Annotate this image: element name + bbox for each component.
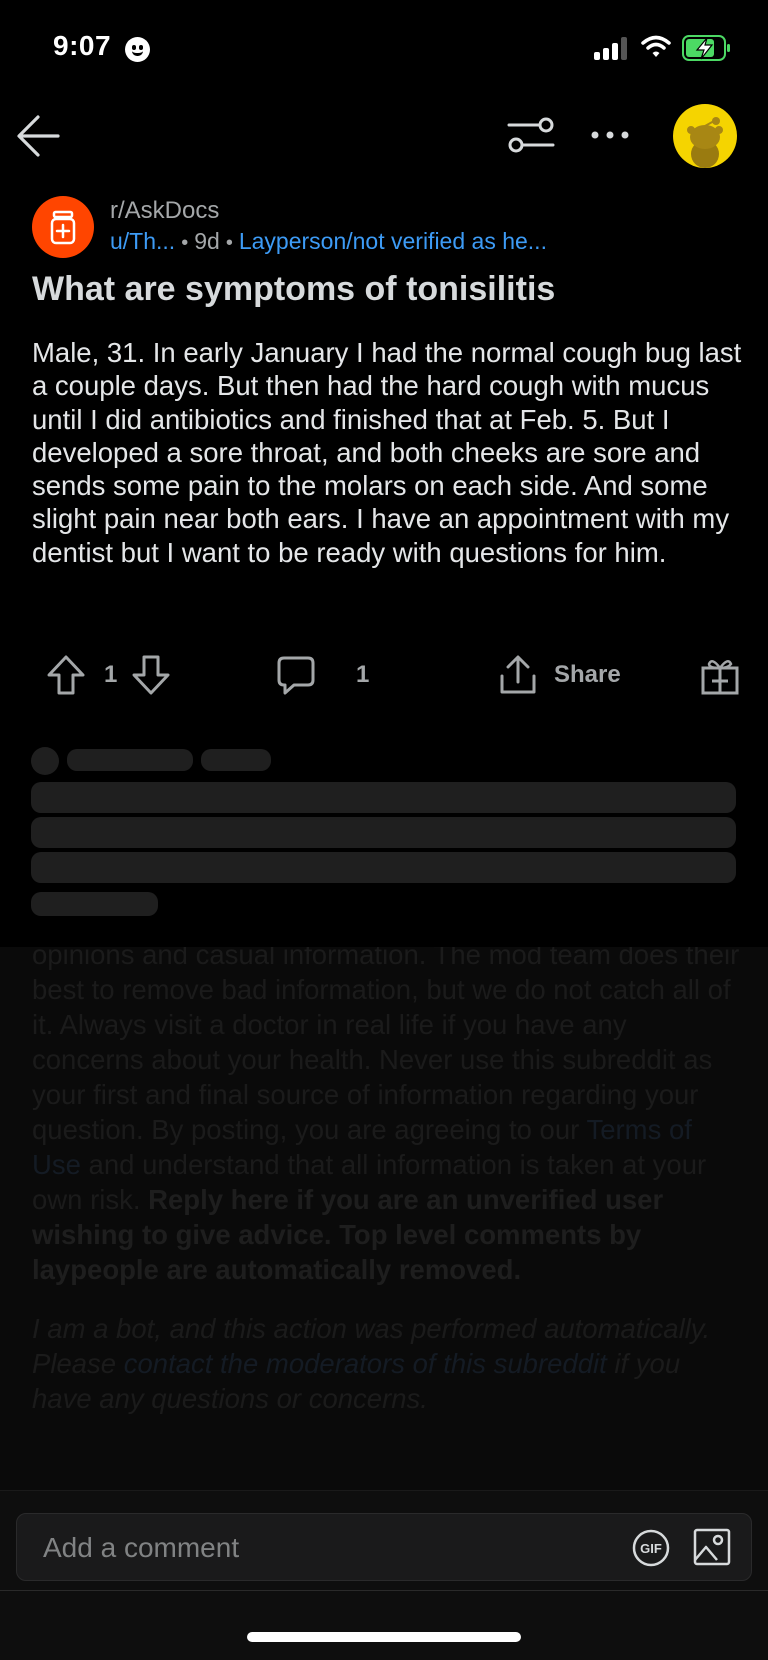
skeleton-line bbox=[31, 852, 736, 883]
share-button[interactable]: Share bbox=[498, 650, 621, 700]
skeleton-line bbox=[201, 749, 271, 771]
contact-moderators-link[interactable]: contact the moderators of this subreddit bbox=[124, 1348, 607, 1379]
top-nav-bar bbox=[0, 100, 768, 180]
bot-comment-text: opinions and casual information. The mod… bbox=[32, 947, 744, 1416]
add-comment-input[interactable]: Add a comment GIF bbox=[16, 1513, 752, 1581]
battery-charging-icon bbox=[682, 35, 730, 61]
post-body: Male, 31. In early January I had the nor… bbox=[32, 337, 742, 568]
comments-button[interactable]: 1 bbox=[276, 650, 369, 700]
status-time: 9:07 bbox=[53, 30, 112, 61]
cellular-signal-icon bbox=[594, 36, 628, 60]
back-arrow-icon[interactable] bbox=[14, 111, 64, 161]
post-action-bar: 1 1 Share bbox=[0, 650, 768, 702]
comment-placeholder: Add a comment bbox=[43, 1532, 240, 1563]
focus-smiley-icon bbox=[125, 37, 150, 62]
vote-count: 1 bbox=[104, 661, 118, 688]
post-age: 9d bbox=[194, 228, 220, 254]
gift-award-icon bbox=[701, 660, 739, 695]
gif-icon[interactable]: GIF bbox=[631, 1528, 671, 1568]
separator-dot: • bbox=[181, 232, 189, 254]
home-indicator[interactable] bbox=[247, 1632, 521, 1642]
bot-disclaimer: I am a bot, and this action was performe… bbox=[32, 1311, 744, 1416]
more-options-icon[interactable] bbox=[590, 125, 630, 145]
status-bar: 9:07 bbox=[0, 0, 768, 100]
award-button[interactable] bbox=[700, 650, 740, 700]
vote-group: 1 bbox=[46, 650, 171, 700]
skeleton-line bbox=[31, 817, 736, 848]
image-upload-icon[interactable] bbox=[693, 1528, 731, 1566]
user-avatar[interactable] bbox=[673, 104, 737, 168]
pill-bottle-icon bbox=[50, 210, 76, 245]
sort-filter-icon[interactable] bbox=[507, 115, 555, 155]
skeleton-line bbox=[67, 749, 193, 771]
skeleton-line bbox=[31, 892, 158, 916]
svg-text:GIF: GIF bbox=[640, 1541, 662, 1556]
skeleton-avatar bbox=[31, 747, 59, 775]
subreddit-icon[interactable] bbox=[32, 196, 94, 258]
snoo-avatar-icon bbox=[687, 117, 723, 168]
upvote-icon[interactable] bbox=[46, 654, 86, 696]
post-meta: u/Th... • 9d • Layperson/not verified as he.… bbox=[110, 228, 547, 255]
share-label: Share bbox=[554, 661, 621, 688]
dimmed-bot-comment: opinions and casual information. The mod… bbox=[0, 947, 768, 1490]
author-link[interactable]: u/Th... bbox=[110, 228, 175, 254]
skeleton-line bbox=[31, 782, 736, 813]
subreddit-name[interactable]: r/AskDocs bbox=[110, 197, 219, 225]
separator-dot: • bbox=[225, 232, 233, 254]
comment-count: 1 bbox=[356, 661, 370, 688]
wifi-icon bbox=[641, 35, 671, 57]
user-flair[interactable]: Layperson/not verified as he... bbox=[239, 228, 547, 254]
comment-icon bbox=[277, 656, 315, 695]
share-icon bbox=[500, 655, 536, 694]
post-title: What are symptoms of tonisilitis bbox=[32, 270, 556, 308]
divider bbox=[0, 1590, 768, 1591]
downvote-icon[interactable] bbox=[131, 654, 171, 696]
